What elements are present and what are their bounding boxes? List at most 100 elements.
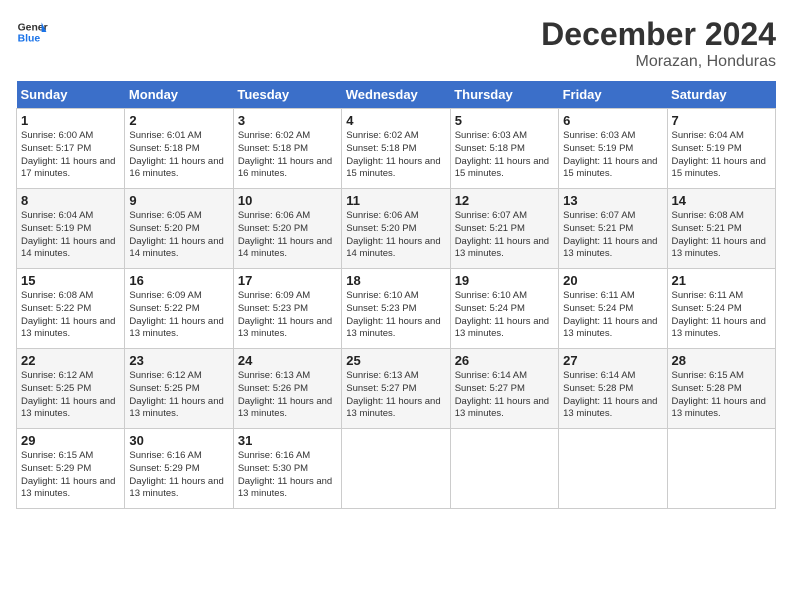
day-info: Sunrise: 6:15 AMSunset: 5:28 PMDaylight:… — [672, 370, 771, 421]
day-info: Sunrise: 6:04 AMSunset: 5:19 PMDaylight:… — [21, 210, 120, 261]
calendar-week-1: 1Sunrise: 6:00 AMSunset: 5:17 PMDaylight… — [17, 109, 776, 189]
day-info: Sunrise: 6:06 AMSunset: 5:20 PMDaylight:… — [238, 210, 337, 261]
day-info: Sunrise: 6:07 AMSunset: 5:21 PMDaylight:… — [563, 210, 662, 261]
calendar-cell: 9 Sunrise: 6:05 AMSunset: 5:20 PMDaylight… — [125, 189, 233, 269]
calendar-header-row: SundayMondayTuesdayWednesdayThursdayFrid… — [17, 81, 776, 109]
calendar-cell: 2 Sunrise: 6:01 AMSunset: 5:18 PMDaylight… — [125, 109, 233, 189]
day-number: 11 — [346, 193, 445, 208]
logo: General Blue — [16, 16, 48, 48]
day-number: 28 — [672, 353, 771, 368]
day-number: 29 — [21, 433, 120, 448]
calendar-cell — [667, 429, 775, 509]
day-number: 23 — [129, 353, 228, 368]
day-number: 10 — [238, 193, 337, 208]
calendar-cell: 28 Sunrise: 6:15 AMSunset: 5:28 PMDayligh… — [667, 349, 775, 429]
calendar-cell: 11 Sunrise: 6:06 AMSunset: 5:20 PMDayligh… — [342, 189, 450, 269]
col-header-friday: Friday — [559, 81, 667, 109]
calendar-cell: 7 Sunrise: 6:04 AMSunset: 5:19 PMDaylight… — [667, 109, 775, 189]
day-number: 3 — [238, 113, 337, 128]
day-info: Sunrise: 6:16 AMSunset: 5:29 PMDaylight:… — [129, 450, 228, 501]
calendar-body: 1Sunrise: 6:00 AMSunset: 5:17 PMDaylight… — [17, 109, 776, 509]
day-number: 8 — [21, 193, 120, 208]
day-info: Sunrise: 6:10 AMSunset: 5:23 PMDaylight:… — [346, 290, 445, 341]
day-number: 17 — [238, 273, 337, 288]
calendar-cell: 19Sunrise: 6:10 AMSunset: 5:24 PMDayligh… — [450, 269, 558, 349]
day-number: 9 — [129, 193, 228, 208]
day-number: 21 — [672, 273, 771, 288]
calendar-cell: 14 Sunrise: 6:08 AMSunset: 5:21 PMDayligh… — [667, 189, 775, 269]
col-header-tuesday: Tuesday — [233, 81, 341, 109]
day-number: 16 — [129, 273, 228, 288]
day-number: 31 — [238, 433, 337, 448]
col-header-thursday: Thursday — [450, 81, 558, 109]
day-info: Sunrise: 6:01 AMSunset: 5:18 PMDaylight:… — [129, 130, 228, 181]
calendar-cell: 10 Sunrise: 6:06 AMSunset: 5:20 PMDayligh… — [233, 189, 341, 269]
day-info: Sunrise: 6:08 AMSunset: 5:22 PMDaylight:… — [21, 290, 120, 341]
calendar-cell: 8 Sunrise: 6:04 AMSunset: 5:19 PMDaylight… — [17, 189, 125, 269]
col-header-saturday: Saturday — [667, 81, 775, 109]
day-number: 30 — [129, 433, 228, 448]
calendar-cell: 29 Sunrise: 6:15 AMSunset: 5:29 PMDayligh… — [17, 429, 125, 509]
day-info: Sunrise: 6:04 AMSunset: 5:19 PMDaylight:… — [672, 130, 771, 181]
day-info: Sunrise: 6:06 AMSunset: 5:20 PMDaylight:… — [346, 210, 445, 261]
calendar-cell: 18Sunrise: 6:10 AMSunset: 5:23 PMDayligh… — [342, 269, 450, 349]
day-info: Sunrise: 6:07 AMSunset: 5:21 PMDaylight:… — [455, 210, 554, 261]
logo-icon: General Blue — [16, 16, 48, 48]
day-number: 22 — [21, 353, 120, 368]
day-number: 2 — [129, 113, 228, 128]
calendar-cell: 5 Sunrise: 6:03 AMSunset: 5:18 PMDaylight… — [450, 109, 558, 189]
calendar-cell: 25 Sunrise: 6:13 AMSunset: 5:27 PMDayligh… — [342, 349, 450, 429]
calendar-cell: 23 Sunrise: 6:12 AMSunset: 5:25 PMDayligh… — [125, 349, 233, 429]
calendar-week-4: 22 Sunrise: 6:12 AMSunset: 5:25 PMDayligh… — [17, 349, 776, 429]
calendar-cell: 31Sunrise: 6:16 AMSunset: 5:30 PMDayligh… — [233, 429, 341, 509]
day-info: Sunrise: 6:11 AMSunset: 5:24 PMDaylight:… — [563, 290, 662, 341]
day-number: 4 — [346, 113, 445, 128]
day-number: 26 — [455, 353, 554, 368]
day-info: Sunrise: 6:03 AMSunset: 5:18 PMDaylight:… — [455, 130, 554, 181]
calendar-cell — [559, 429, 667, 509]
col-header-wednesday: Wednesday — [342, 81, 450, 109]
calendar-week-5: 29 Sunrise: 6:15 AMSunset: 5:29 PMDayligh… — [17, 429, 776, 509]
day-number: 12 — [455, 193, 554, 208]
day-info: Sunrise: 6:02 AMSunset: 5:18 PMDaylight:… — [346, 130, 445, 181]
day-info: Sunrise: 6:14 AMSunset: 5:28 PMDaylight:… — [563, 370, 662, 421]
day-info: Sunrise: 6:00 AMSunset: 5:17 PMDaylight:… — [21, 130, 120, 181]
day-number: 27 — [563, 353, 662, 368]
calendar-cell — [342, 429, 450, 509]
col-header-sunday: Sunday — [17, 81, 125, 109]
day-info: Sunrise: 6:05 AMSunset: 5:20 PMDaylight:… — [129, 210, 228, 261]
day-info: Sunrise: 6:15 AMSunset: 5:29 PMDaylight:… — [21, 450, 120, 501]
calendar-cell: 26 Sunrise: 6:14 AMSunset: 5:27 PMDayligh… — [450, 349, 558, 429]
day-number: 6 — [563, 113, 662, 128]
calendar-week-3: 15Sunrise: 6:08 AMSunset: 5:22 PMDayligh… — [17, 269, 776, 349]
day-number: 24 — [238, 353, 337, 368]
calendar-cell: 22 Sunrise: 6:12 AMSunset: 5:25 PMDayligh… — [17, 349, 125, 429]
calendar-cell: 20 Sunrise: 6:11 AMSunset: 5:24 PMDayligh… — [559, 269, 667, 349]
calendar-cell: 13 Sunrise: 6:07 AMSunset: 5:21 PMDayligh… — [559, 189, 667, 269]
title-block: December 2024 Morazan, Honduras — [541, 16, 776, 71]
day-info: Sunrise: 6:12 AMSunset: 5:25 PMDaylight:… — [21, 370, 120, 421]
calendar-cell — [450, 429, 558, 509]
calendar-cell: 17Sunrise: 6:09 AMSunset: 5:23 PMDayligh… — [233, 269, 341, 349]
day-number: 13 — [563, 193, 662, 208]
day-info: Sunrise: 6:12 AMSunset: 5:25 PMDaylight:… — [129, 370, 228, 421]
col-header-monday: Monday — [125, 81, 233, 109]
calendar-table: SundayMondayTuesdayWednesdayThursdayFrid… — [16, 81, 776, 509]
day-info: Sunrise: 6:14 AMSunset: 5:27 PMDaylight:… — [455, 370, 554, 421]
day-info: Sunrise: 6:09 AMSunset: 5:22 PMDaylight:… — [129, 290, 228, 341]
day-info: Sunrise: 6:08 AMSunset: 5:21 PMDaylight:… — [672, 210, 771, 261]
calendar-cell: 16 Sunrise: 6:09 AMSunset: 5:22 PMDayligh… — [125, 269, 233, 349]
day-info: Sunrise: 6:03 AMSunset: 5:19 PMDaylight:… — [563, 130, 662, 181]
day-number: 14 — [672, 193, 771, 208]
day-info: Sunrise: 6:11 AMSunset: 5:24 PMDaylight:… — [672, 290, 771, 341]
calendar-cell: 21 Sunrise: 6:11 AMSunset: 5:24 PMDayligh… — [667, 269, 775, 349]
day-number: 7 — [672, 113, 771, 128]
calendar-cell: 24Sunrise: 6:13 AMSunset: 5:26 PMDayligh… — [233, 349, 341, 429]
page-header: General Blue December 2024 Morazan, Hond… — [16, 16, 776, 71]
day-number: 25 — [346, 353, 445, 368]
day-number: 20 — [563, 273, 662, 288]
location: Morazan, Honduras — [541, 53, 776, 71]
day-info: Sunrise: 6:13 AMSunset: 5:27 PMDaylight:… — [346, 370, 445, 421]
day-number: 5 — [455, 113, 554, 128]
calendar-cell: 4 Sunrise: 6:02 AMSunset: 5:18 PMDaylight… — [342, 109, 450, 189]
